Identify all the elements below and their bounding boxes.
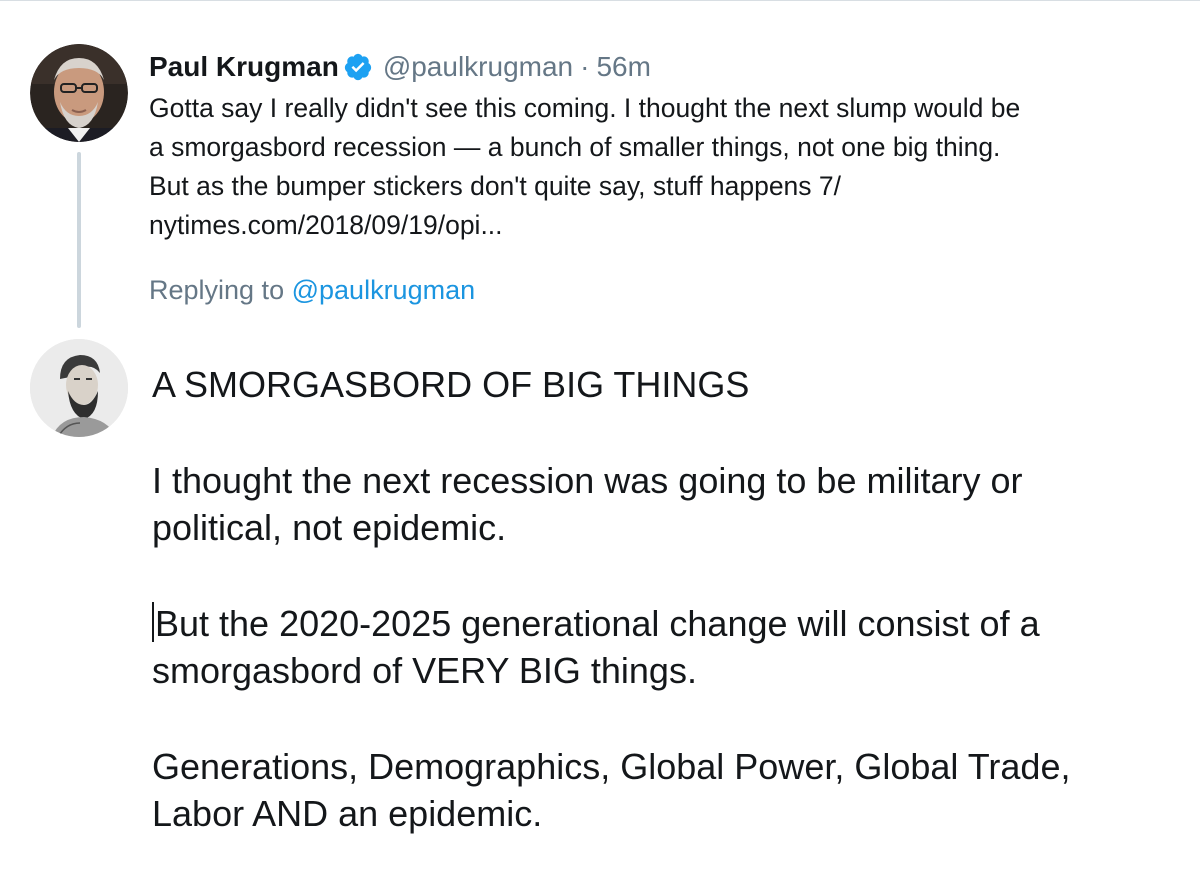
tweet-timestamp[interactable]: 56m <box>596 51 650 83</box>
tweet-header: Paul Krugman @paulkrugman · 56m <box>149 49 651 85</box>
compose-line: A SMORGASBORD OF BIG THINGS <box>152 364 750 405</box>
original-tweet[interactable]: Paul Krugman @paulkrugman · 56m Gotta sa… <box>0 1 1200 331</box>
compose-paragraph: Generations, Demographics, Global Power,… <box>152 743 1182 837</box>
compose-line-text: But the 2020-2025 generational change wi… <box>155 603 1040 644</box>
compose-line: political, not epidemic. <box>152 507 507 548</box>
author-avatar-image <box>30 44 128 142</box>
replying-to-label: Replying to @paulkrugman <box>149 272 475 308</box>
verified-badge-icon <box>344 53 371 81</box>
tweet-text-line: But as the bumper stickers don't quite s… <box>149 171 842 201</box>
text-cursor <box>152 602 154 642</box>
replying-to-mention-link[interactable]: @paulkrugman <box>292 275 476 305</box>
thread-connector-line <box>77 152 81 328</box>
reply-compose[interactable]: A SMORGASBORD OF BIG THINGS I thought th… <box>0 331 1200 894</box>
compose-line: I thought the next recession was going t… <box>152 460 1023 501</box>
replying-to-prefix: Replying to <box>149 275 285 305</box>
header-separator: · <box>580 51 590 82</box>
compose-paragraph: A SMORGASBORD OF BIG THINGS <box>152 361 1182 408</box>
tweet-link[interactable]: nytimes.com/2018/09/19/opi... <box>149 206 1189 245</box>
compose-paragraph: I thought the next recession was going t… <box>152 457 1182 551</box>
compose-line-with-caret: But the 2020-2025 generational change wi… <box>152 600 1182 647</box>
author-name[interactable]: Paul Krugman <box>149 51 339 83</box>
compose-line: smorgasbord of VERY BIG things. <box>152 650 697 691</box>
user-avatar <box>30 339 128 437</box>
reply-text-editor[interactable]: A SMORGASBORD OF BIG THINGS I thought th… <box>152 361 1182 886</box>
author-avatar[interactable] <box>30 44 128 142</box>
compose-paragraph: But the 2020-2025 generational change wi… <box>152 600 1182 694</box>
compose-line: Generations, Demographics, Global Power,… <box>152 746 1071 787</box>
tweet-text-line: a smorgasbord recession — a bunch of sma… <box>149 132 1001 162</box>
author-handle[interactable]: @paulkrugman <box>383 51 573 83</box>
tweet-reply-screen: Paul Krugman @paulkrugman · 56m Gotta sa… <box>0 0 1200 894</box>
compose-line: Labor AND an epidemic. <box>152 793 543 834</box>
user-avatar-image <box>30 339 128 437</box>
tweet-body: Gotta say I really didn't see this comin… <box>149 89 1189 245</box>
tweet-text-line: Gotta say I really didn't see this comin… <box>149 93 1021 123</box>
